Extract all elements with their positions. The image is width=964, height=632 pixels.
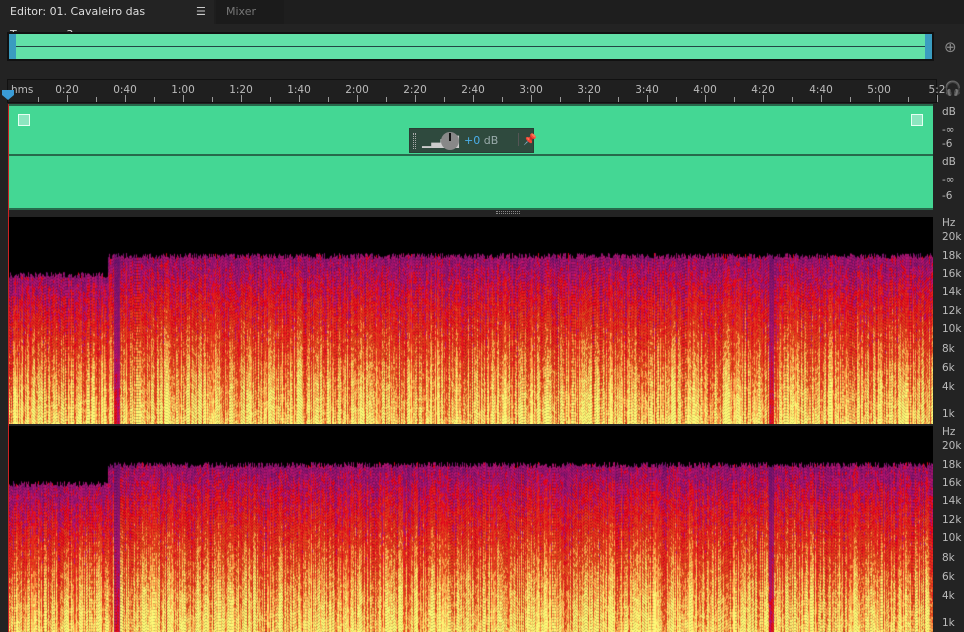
overview-waveform: [16, 46, 925, 47]
ruler-tick: [67, 95, 68, 102]
ruler-minor-tick: [676, 97, 677, 102]
volume-value: +0 dB: [464, 134, 499, 147]
ruler-minor-tick: [618, 97, 619, 102]
ruler-tick: [647, 95, 648, 102]
ruler-minor-tick: [502, 97, 503, 102]
frequency-label: 1k: [942, 408, 955, 420]
waveform-edge: [8, 104, 933, 106]
frequency-label: 10k: [942, 323, 962, 335]
zoom-navigator-icon[interactable]: ⊕: [944, 38, 957, 56]
tab-mixer[interactable]: Mixer: [216, 0, 284, 24]
channel-divider: [8, 154, 933, 156]
hamburger-icon[interactable]: ☰: [196, 5, 206, 18]
overview-left-handle[interactable]: [9, 34, 16, 59]
ruler-unit: hms: [11, 84, 34, 96]
frequency-label: 6k: [942, 362, 955, 374]
volume-hud: ▁▃▅▇ +0 dB 📌: [409, 128, 537, 153]
playhead-line: [8, 104, 9, 632]
ruler-tick: [357, 95, 358, 102]
ruler-tick: [415, 95, 416, 102]
spectrogram-right-channel[interactable]: [8, 426, 933, 632]
ruler-tick: [589, 95, 590, 102]
frequency-label: 12k: [942, 305, 962, 317]
ruler-minor-tick: [96, 97, 97, 102]
frequency-label: 4k: [942, 381, 955, 393]
ruler-minor-tick: [270, 97, 271, 102]
overview-right-handle[interactable]: [925, 34, 932, 59]
ruler-tick: [299, 95, 300, 102]
time-ruler[interactable]: hms 0:20 0:40 1:00 1:20 1:40 2:00 2:20 2:40 3:00…: [7, 79, 945, 103]
headphones-icon[interactable]: 🎧: [944, 81, 961, 97]
tab-editor[interactable]: Editor: 01. Cavaleiro das Trevas.mp3: [0, 0, 214, 41]
frequency-label: 14k: [942, 286, 962, 298]
frequency-label: 4k: [942, 590, 955, 602]
frequency-label: 8k: [942, 343, 955, 355]
ruler-minor-tick: [154, 97, 155, 102]
ruler-tick: [705, 95, 706, 102]
ruler-minor-tick: [908, 97, 909, 102]
frequency-label: 18k: [942, 459, 962, 471]
pin-icon[interactable]: 📌: [518, 133, 537, 146]
frequency-label: 16k: [942, 477, 962, 489]
ruler-tick: [937, 95, 938, 102]
ruler-minor-tick: [444, 97, 445, 102]
tab-bar: Editor: 01. Cavaleiro das Trevas.mp3 ☰ M…: [0, 0, 964, 41]
frequency-label: 1k: [942, 617, 955, 629]
ruler-minor-tick: [328, 97, 329, 102]
ruler-tick: [763, 95, 764, 102]
overview-navigator[interactable]: [7, 32, 934, 61]
tab-label: Mixer: [226, 5, 257, 18]
frequency-label: 14k: [942, 495, 962, 507]
ruler-tick: [821, 95, 822, 102]
fade-out-handle[interactable]: [911, 114, 923, 126]
spectrogram-left-channel[interactable]: [8, 217, 933, 424]
ruler-tick: [241, 95, 242, 102]
frequency-label: Hz: [942, 217, 956, 229]
frequency-label: 16k: [942, 268, 962, 280]
frequency-label: 6k: [942, 571, 955, 583]
ruler-minor-tick: [734, 97, 735, 102]
frequency-label: 8k: [942, 552, 955, 564]
drag-grip[interactable]: [413, 133, 416, 149]
ruler-tick: [531, 95, 532, 102]
ruler-tick: [879, 95, 880, 102]
amplitude-scale: dB -∞ -6 dB -∞ -6: [942, 106, 956, 202]
panel-resize-handle[interactable]: [496, 211, 520, 214]
ruler-tick: [473, 95, 474, 102]
frequency-label: 18k: [942, 250, 962, 262]
ruler-tick: [125, 95, 126, 102]
waveform-edge: [8, 208, 933, 210]
frequency-label: 20k: [942, 440, 962, 452]
frequency-label: Hz: [942, 426, 956, 438]
frequency-scale-left: Hz 20k 18k 16k 14k 12k 10k 8k 6k 4k 1k: [934, 217, 964, 424]
frequency-label: 12k: [942, 514, 962, 526]
ruler-minor-tick: [850, 97, 851, 102]
fade-in-handle[interactable]: [18, 114, 30, 126]
ruler-minor-tick: [38, 97, 39, 102]
frequency-scale-right: Hz 20k 18k 16k 14k 12k 10k 8k 6k 4k 1k: [934, 426, 964, 632]
ruler-tick: [183, 95, 184, 102]
waveform-display[interactable]: [8, 104, 933, 210]
frequency-label: 20k: [942, 231, 962, 243]
volume-knob[interactable]: [441, 132, 459, 150]
ruler-minor-tick: [212, 97, 213, 102]
ruler-minor-tick: [560, 97, 561, 102]
ruler-minor-tick: [792, 97, 793, 102]
ruler-minor-tick: [386, 97, 387, 102]
frequency-label: 10k: [942, 532, 962, 544]
